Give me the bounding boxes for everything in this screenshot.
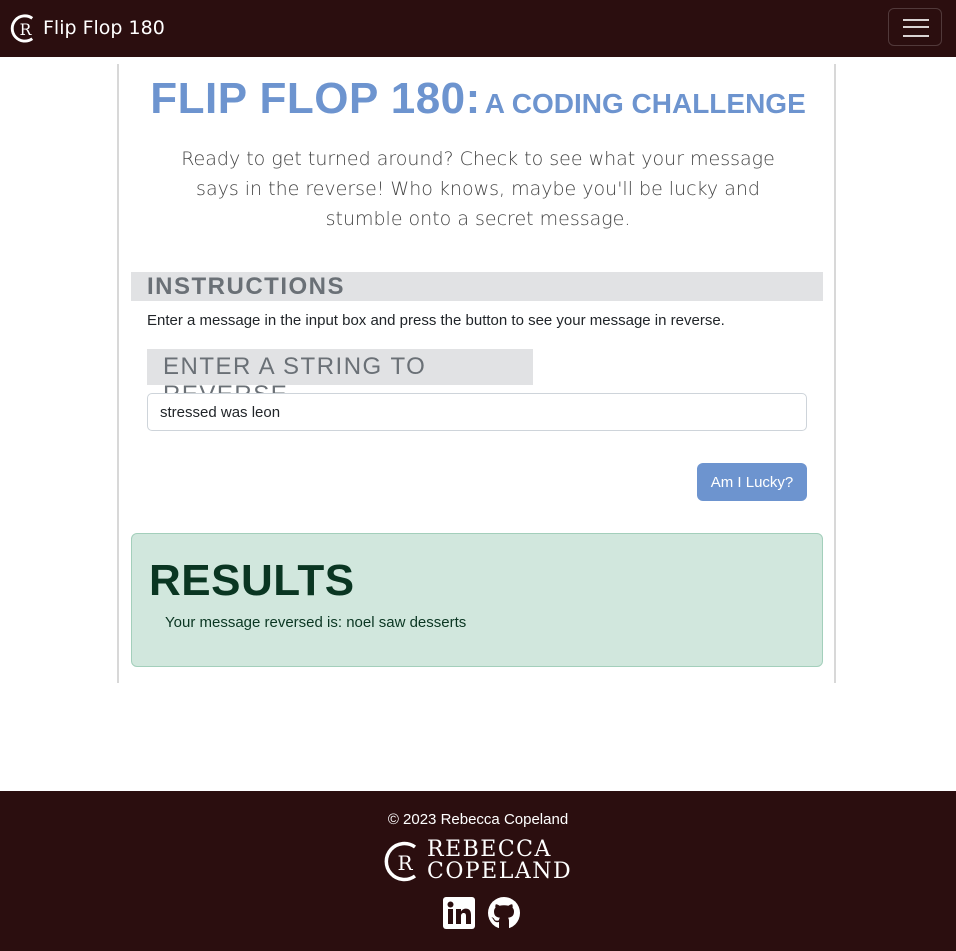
footer-logo-line2: COPELAND: [427, 858, 573, 884]
page-title-sub: A CODING CHALLENGE: [484, 88, 806, 119]
navbar-toggle-button[interactable]: [888, 8, 942, 46]
navbar: R Flip Flop 180: [0, 0, 956, 57]
am-i-lucky-button[interactable]: Am I Lucky?: [697, 463, 807, 501]
instructions-heading: INSTRUCTIONS: [147, 273, 345, 300]
footer-logo[interactable]: R REBECCA COPELAND: [383, 838, 573, 883]
copyright-text: © 2023 Rebecca Copeland: [387, 811, 569, 828]
instructions-text: Enter a message in the input box and pre…: [147, 312, 725, 329]
input-label-box: ENTER A STRING TO REVERSE: [147, 349, 533, 408]
footer-logo-text: REBECCA COPELAND: [427, 836, 573, 884]
message-input[interactable]: [147, 393, 807, 431]
rc-monogram-icon: R: [384, 841, 417, 881]
brand-title: Flip Flop 180: [43, 17, 165, 39]
results-text: Your message reversed is: noel saw desse…: [165, 614, 467, 631]
svg-text:R: R: [20, 21, 33, 39]
svg-text:R: R: [397, 851, 413, 875]
results-heading: RESULTS: [149, 556, 355, 605]
brand-link[interactable]: R Flip Flop 180: [9, 11, 165, 45]
footer: © 2023 Rebecca Copeland R REBECCA COPELA…: [0, 791, 956, 951]
github-icon[interactable]: [487, 896, 521, 930]
page-title-main: FLIP FLOP 180:: [150, 74, 481, 123]
page-title: FLIP FLOP 180: A CODING CHALLENGE: [0, 74, 956, 124]
rc-monogram-icon: R: [10, 14, 34, 43]
intro-text: Ready to get turned around? Check to see…: [181, 148, 775, 230]
linkedin-icon[interactable]: [442, 896, 476, 930]
instructions-header: INSTRUCTIONS: [131, 272, 823, 301]
footer-logo-line1: REBECCA: [427, 836, 552, 862]
results-panel: RESULTS Your message reversed is: noel s…: [131, 533, 823, 667]
